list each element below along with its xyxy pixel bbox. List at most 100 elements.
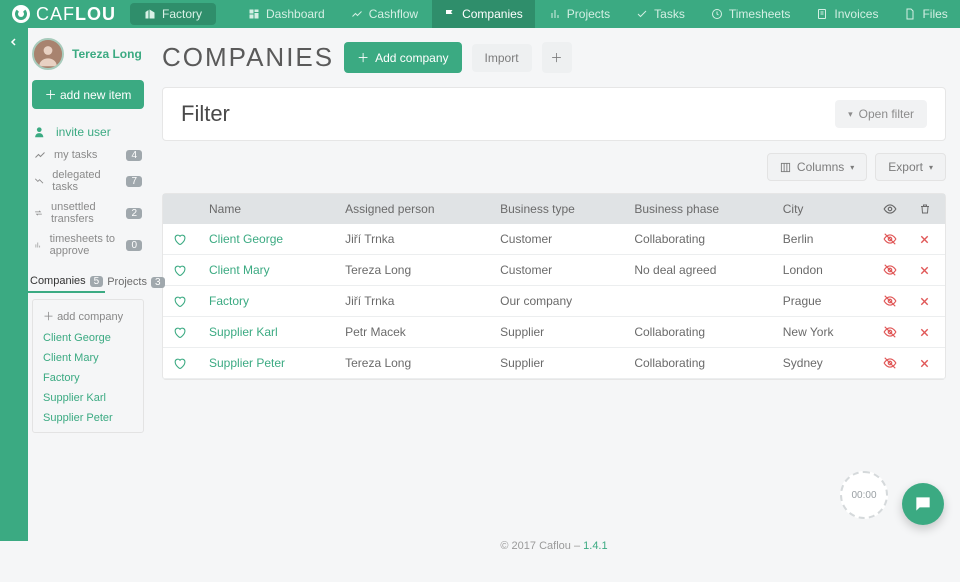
cell-btype: Customer bbox=[490, 255, 624, 286]
import-button-label: Import bbox=[485, 51, 519, 65]
col-city[interactable]: City bbox=[773, 194, 873, 224]
fav-toggle[interactable] bbox=[163, 348, 199, 379]
timer-widget[interactable]: 00:00 bbox=[840, 471, 888, 519]
sidebar-delegated-tasks[interactable]: delegated tasks 7 bbox=[28, 165, 148, 197]
cell-btype: Our company bbox=[490, 286, 624, 317]
chevron-down-icon: ▾ bbox=[850, 163, 854, 172]
fav-toggle[interactable] bbox=[163, 286, 199, 317]
nav-companies[interactable]: Companies bbox=[432, 0, 535, 28]
cell-city: Sydney bbox=[773, 348, 873, 379]
transfer-icon bbox=[34, 207, 43, 219]
cell-city: New York bbox=[773, 317, 873, 348]
fav-toggle[interactable] bbox=[163, 255, 199, 286]
footer-dash: – bbox=[574, 540, 583, 552]
visibility-toggle[interactable] bbox=[873, 286, 909, 317]
company-switcher[interactable]: Factory bbox=[130, 3, 216, 25]
invite-user-label: invite user bbox=[56, 125, 111, 139]
nav-projects-label: Projects bbox=[567, 7, 610, 21]
list-item[interactable]: Client Mary bbox=[33, 348, 143, 368]
flag-icon bbox=[444, 8, 456, 20]
cell-bphase: Collaborating bbox=[624, 224, 772, 255]
col-btype[interactable]: Business type bbox=[490, 194, 624, 224]
nav-files[interactable]: Files bbox=[892, 0, 959, 28]
open-filter-button[interactable]: ▾ Open filter bbox=[835, 100, 927, 128]
logo-text: CAFLOU bbox=[36, 4, 116, 25]
more-button[interactable]: ＋ bbox=[542, 42, 572, 73]
username: Tereza Long bbox=[72, 47, 142, 61]
add-company-link[interactable]: ＋ add company bbox=[33, 304, 143, 328]
visibility-toggle[interactable] bbox=[873, 255, 909, 286]
tab-companies[interactable]: Companies 5 bbox=[28, 271, 105, 293]
sidebar-unsettled-transfers[interactable]: unsettled transfers 2 bbox=[28, 197, 148, 229]
col-bphase[interactable]: Business phase bbox=[624, 194, 772, 224]
chat-fab[interactable] bbox=[902, 483, 944, 525]
delete-button[interactable] bbox=[909, 224, 945, 255]
delete-button[interactable] bbox=[909, 286, 945, 317]
list-item[interactable]: Supplier Peter bbox=[33, 408, 143, 428]
list-item[interactable]: Factory bbox=[33, 368, 143, 388]
delete-button[interactable] bbox=[909, 255, 945, 286]
sidebar: Tereza Long ＋ add new item invite user m… bbox=[28, 28, 148, 541]
columns-label: Columns bbox=[797, 160, 844, 174]
back-arrow-icon bbox=[8, 36, 20, 48]
building-icon bbox=[144, 8, 156, 20]
cell-city: Prague bbox=[773, 286, 873, 317]
cell-name: Client George bbox=[199, 224, 335, 255]
company-link[interactable]: Client Mary bbox=[209, 263, 270, 277]
list-item-label: Client George bbox=[43, 332, 111, 344]
back-stripe[interactable] bbox=[0, 28, 28, 541]
table-toolbar: Columns ▾ Export ▾ bbox=[162, 153, 946, 181]
my-tasks-count: 4 bbox=[126, 150, 142, 161]
list-item[interactable]: Supplier Karl bbox=[33, 388, 143, 408]
arrow-out-icon bbox=[34, 175, 44, 187]
nav-projects[interactable]: Projects bbox=[537, 0, 622, 28]
nav-tasks[interactable]: Tasks bbox=[624, 0, 697, 28]
add-new-item-button[interactable]: ＋ add new item bbox=[32, 80, 144, 109]
company-link[interactable]: Supplier Peter bbox=[209, 356, 285, 370]
invite-user-link[interactable]: invite user bbox=[28, 119, 148, 145]
visibility-toggle[interactable] bbox=[873, 348, 909, 379]
nav-timesheets[interactable]: Timesheets bbox=[699, 0, 803, 28]
footer-copy: © 2017 Caflou bbox=[500, 540, 571, 552]
nav-dashboard-label: Dashboard bbox=[266, 7, 325, 21]
tab-projects[interactable]: Projects 3 bbox=[105, 271, 166, 293]
nav-invoices[interactable]: Invoices bbox=[804, 0, 890, 28]
sidebar-timesheets-approve[interactable]: timesheets to approve 0 bbox=[28, 229, 148, 261]
add-company-button[interactable]: ＋ Add company bbox=[344, 42, 461, 73]
col-name[interactable]: Name bbox=[199, 194, 335, 224]
table-row: Client MaryTereza LongCustomerNo deal ag… bbox=[163, 255, 945, 286]
sidebar-my-tasks[interactable]: my tasks 4 bbox=[28, 145, 148, 165]
visibility-toggle[interactable] bbox=[873, 317, 909, 348]
table-row: Client George Jiří TrnkaCustomerCollabora… bbox=[163, 224, 945, 255]
main-nav: Dashboard Cashflow Companies Projects Ta… bbox=[236, 0, 960, 28]
fav-toggle[interactable] bbox=[163, 224, 199, 255]
export-button[interactable]: Export ▾ bbox=[875, 153, 946, 181]
page-title: COMPANIES bbox=[162, 42, 334, 73]
company-link[interactable]: Factory bbox=[209, 294, 249, 308]
footer-version-link[interactable]: 1.4.1 bbox=[583, 540, 607, 552]
delete-button[interactable] bbox=[909, 317, 945, 348]
chevron-down-icon: ▾ bbox=[848, 109, 853, 120]
plus-icon: ＋ bbox=[45, 88, 57, 102]
nav-cashflow[interactable]: Cashflow bbox=[339, 0, 430, 28]
nav-dashboard[interactable]: Dashboard bbox=[236, 0, 337, 28]
list-item[interactable]: Client George bbox=[33, 328, 143, 348]
nav-tasks-label: Tasks bbox=[654, 7, 685, 21]
cell-btype: Customer bbox=[490, 224, 624, 255]
col-assigned[interactable]: Assigned person bbox=[335, 194, 490, 224]
current-user[interactable]: Tereza Long bbox=[28, 38, 148, 80]
table-row: FactoryJiří TrnkaOur companyPrague bbox=[163, 286, 945, 317]
logo[interactable]: CAFLOU bbox=[12, 4, 116, 25]
delete-button[interactable] bbox=[909, 348, 945, 379]
companies-table: Name Assigned person Business type Busin… bbox=[162, 193, 946, 380]
cell-assigned: Jiří Trnka bbox=[335, 224, 490, 255]
import-button[interactable]: Import bbox=[472, 44, 532, 72]
footer: © 2017 Caflou – 1.4.1 bbox=[162, 540, 946, 552]
visibility-toggle[interactable] bbox=[873, 224, 909, 255]
columns-button[interactable]: Columns ▾ bbox=[767, 153, 867, 181]
approve-icon bbox=[34, 239, 42, 251]
tab-companies-label: Companies bbox=[30, 275, 86, 287]
fav-toggle[interactable] bbox=[163, 317, 199, 348]
company-link[interactable]: Client George bbox=[209, 232, 283, 246]
company-link[interactable]: Supplier Karl bbox=[209, 325, 278, 339]
